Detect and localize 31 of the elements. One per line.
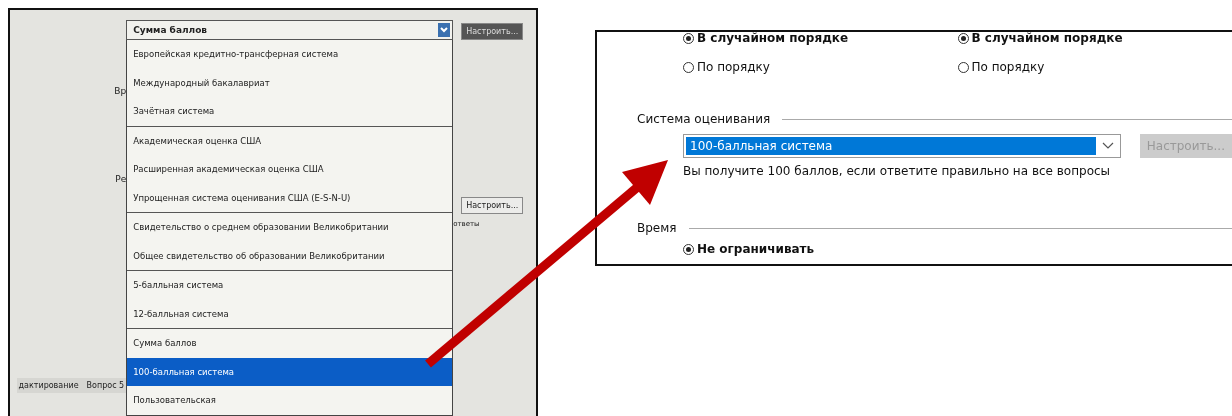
list-item[interactable]: Свидетельство о среднем образовании Великобритании <box>127 213 453 242</box>
list-item[interactable]: Сумма баллов <box>127 329 453 358</box>
list-item[interactable]: Общее свидетельство об образовании Великобритании <box>127 241 453 270</box>
list-item[interactable]: Европейская кредитно-трансферная система <box>127 40 453 69</box>
chevron-down-icon <box>438 23 451 37</box>
list-item[interactable]: Академическая оценка США <box>127 126 453 155</box>
hint-text: Вы получите 100 баллов, если ответите правильно на все вопросы <box>683 164 1112 178</box>
radio-option[interactable]: В случайном порядке <box>957 30 1232 46</box>
field-label: Вр <box>114 86 127 96</box>
chevron-down-icon <box>1101 142 1114 150</box>
list-item[interactable]: Упрощенная система оценивания США (E-S-N-U) <box>127 183 453 212</box>
section-title: Система оценивания <box>637 112 771 126</box>
list-item[interactable]: Расширенная академическая оценка США <box>127 155 453 184</box>
radio-option[interactable]: По порядку <box>957 59 1232 75</box>
radio-option[interactable]: По порядку <box>683 59 958 75</box>
list-item[interactable]: Пользовательская <box>127 386 453 415</box>
tab[interactable]: Вопрос 5 <box>86 381 125 390</box>
radio-option[interactable]: Не ограничивать <box>683 241 1232 257</box>
tab[interactable]: дактирование <box>18 381 79 390</box>
dropdown[interactable]: 100-балльная система <box>683 134 1121 158</box>
list-item[interactable]: 100-балльная система <box>127 357 453 386</box>
section-title: Время <box>637 221 677 235</box>
list-item[interactable]: 5-балльная система <box>127 271 453 300</box>
dropdown[interactable]: Сумма баллов <box>126 20 454 40</box>
list-item[interactable]: Зачётная система <box>127 97 453 126</box>
field-label: Ре <box>115 174 127 184</box>
configure-button[interactable]: Настроить... <box>461 197 524 214</box>
radio-option[interactable]: В случайном порядке <box>683 30 958 46</box>
configure-button[interactable]: Настроить... <box>461 23 524 40</box>
list-item[interactable]: Международный бакалавриат <box>127 68 453 97</box>
list-item[interactable]: 12-балльная система <box>127 299 453 328</box>
